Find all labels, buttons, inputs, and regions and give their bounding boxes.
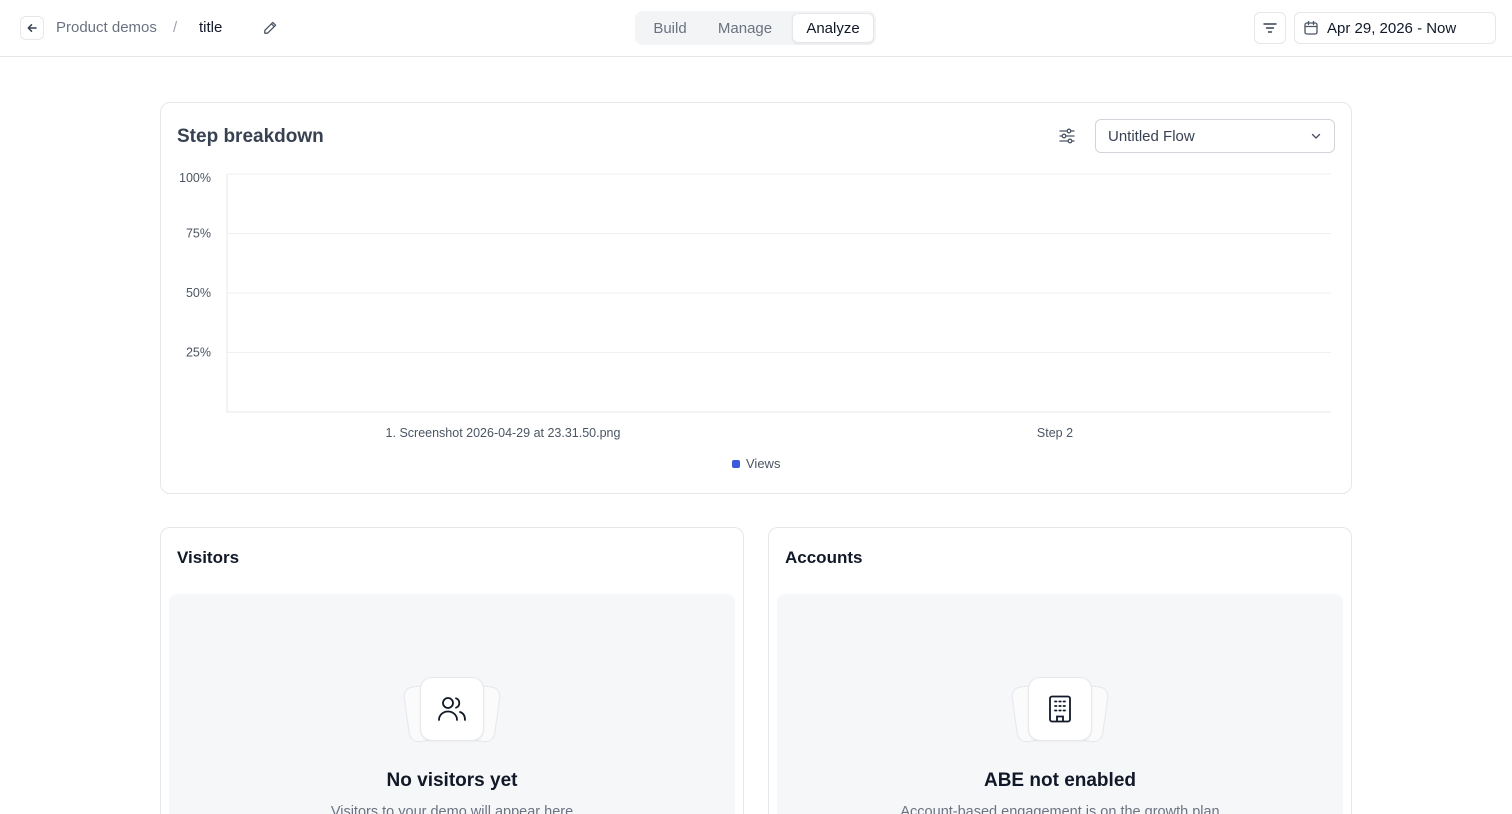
icon-card-front xyxy=(1028,677,1092,741)
accounts-title: Accounts xyxy=(785,548,863,567)
tab-analyze[interactable]: Analyze xyxy=(792,13,874,43)
top-bar: Product demos / title Build Manage Analy… xyxy=(0,0,1512,57)
accounts-empty-state: ABE not enabled Account-based engagement… xyxy=(777,594,1343,814)
visitors-card: Visitors No visitors yet Visitors to you… xyxy=(160,527,744,814)
pencil-icon xyxy=(264,21,277,34)
chart-legend: Views xyxy=(732,456,780,471)
step-breakdown-chart: 25% 50% 75% 100% 1. Screenshot 2026-04-29 at… xyxy=(179,171,1331,440)
x-tick-label: Step 2 xyxy=(1037,426,1073,440)
accounts-empty-subtitle: Account-based engagement is on the growt… xyxy=(900,804,1220,814)
legend-swatch-views xyxy=(732,459,740,468)
tab-manage[interactable]: Manage xyxy=(706,13,784,43)
y-tick-label: 100% xyxy=(179,171,211,185)
back-button[interactable] xyxy=(20,16,44,40)
tab-build[interactable]: Build xyxy=(638,13,702,43)
y-tick-label: 50% xyxy=(186,286,211,300)
y-tick-label: 75% xyxy=(186,227,211,241)
x-tick-label: 1. Screenshot 2026-04-29 at 23.31.50.png xyxy=(386,426,621,440)
breadcrumb-separator: / xyxy=(173,19,178,36)
visitors-empty-title: No visitors yet xyxy=(386,770,518,791)
y-tick-label: 25% xyxy=(186,346,211,360)
visitors-title: Visitors xyxy=(177,548,240,567)
breadcrumb-parent-link[interactable]: Product demos xyxy=(56,19,157,37)
legend-label-views: Views xyxy=(746,456,781,471)
view-tabs: Build Manage Analyze xyxy=(635,11,876,45)
accounts-card: Accounts ABE not enabled Account-based e… xyxy=(768,527,1352,814)
users-icon xyxy=(438,697,466,721)
arrow-left-icon xyxy=(27,24,37,32)
visitors-icon-stack xyxy=(402,677,502,744)
date-range-label: Apr 29, 2026 - Now xyxy=(1327,19,1457,37)
building-icon xyxy=(1049,695,1071,723)
accounts-icon-stack xyxy=(1010,677,1110,744)
accounts-empty-title: ABE not enabled xyxy=(983,770,1136,791)
date-range-picker[interactable]: Apr 29, 2026 - Now xyxy=(1294,12,1496,44)
icon-card-front xyxy=(420,677,484,741)
filter-lines-icon xyxy=(1263,23,1277,33)
step-breakdown-card: Step breakdown Untitled Flow 25% 50% 75% 10… xyxy=(160,102,1352,494)
page-title: title xyxy=(199,19,223,36)
calendar-icon xyxy=(1304,20,1318,35)
edit-title-button[interactable] xyxy=(261,19,279,37)
visitors-empty-state: No visitors yet Visitors to your demo wi… xyxy=(169,594,735,814)
visitors-empty-subtitle: Visitors to your demo will appear here xyxy=(330,804,574,814)
filter-button[interactable] xyxy=(1254,12,1286,44)
